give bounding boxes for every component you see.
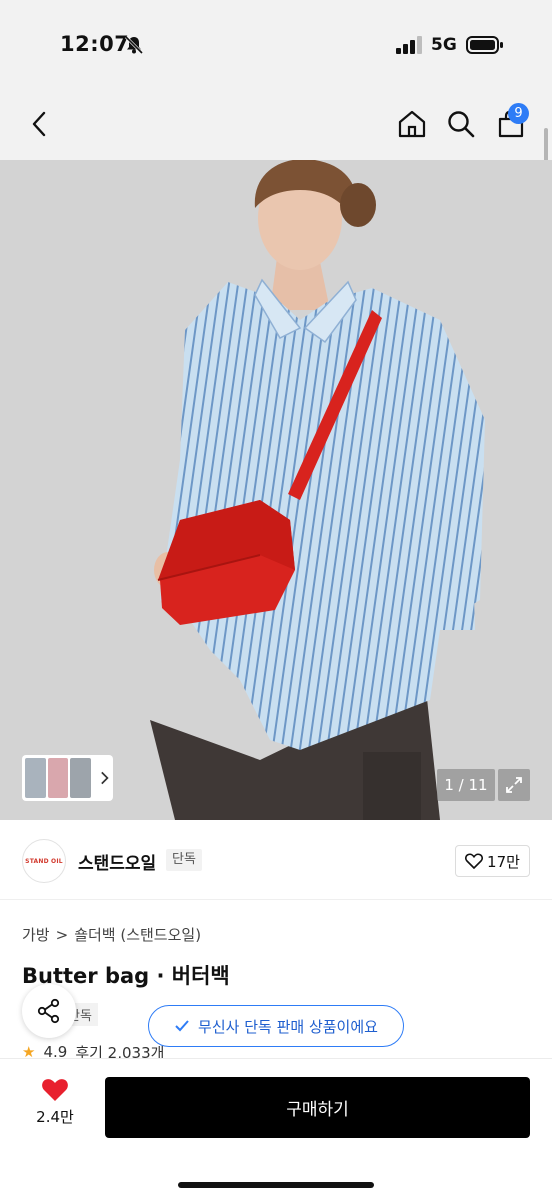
bell-off-icon [124,35,144,55]
heart-filled-icon [42,1079,68,1101]
exclusive-toast: 무신사 단독 판매 상품이에요 [148,1005,404,1047]
network-label: 5G [431,35,457,55]
share-button[interactable] [22,984,76,1038]
bottom-action-bar: 2.4만 구매하기 [0,1058,552,1200]
exclusive-toast-text: 무신사 단독 판매 상품이에요 [198,1017,378,1036]
thumbnail-strip[interactable] [22,755,113,801]
back-button[interactable] [18,102,62,146]
breadcrumb-category[interactable]: 가방 [22,924,50,945]
product-photo [0,160,552,820]
signal-icon [396,36,422,54]
search-icon [448,111,475,138]
product-image-gallery[interactable]: 1 / 11 [0,160,552,820]
home-button[interactable] [390,102,434,146]
buy-button[interactable]: 구매하기 [105,1077,530,1138]
search-button[interactable] [439,102,483,146]
brand-name[interactable]: 스탠드오일 [78,849,156,874]
check-icon [175,1020,189,1032]
expand-image-button[interactable] [498,769,530,801]
chevron-right-icon [100,771,109,785]
breadcrumb-subcategory[interactable]: 숄더백 (스탠드오일) [74,924,201,945]
brand-row[interactable]: STAND OIL 스탠드오일 단독 17만 [0,822,552,900]
brand-like-count: 17만 [487,852,520,871]
thumbnail[interactable] [70,758,91,798]
thumbnail[interactable] [47,758,69,798]
cart-count-badge: 9 [508,103,529,124]
product-like-count: 2.4만 [36,1108,74,1126]
product-like-button[interactable]: 2.4만 [22,1077,88,1141]
breadcrumb: 가방 > 숄더백 (스탠드오일) [22,924,201,945]
chevron-left-icon [32,111,46,137]
nav-bar [0,90,552,160]
heart-outline-icon [465,853,484,869]
breadcrumb-separator: > [55,925,69,944]
status-bar: 12:07 5G [0,0,552,90]
image-page-counter: 1 / 11 [437,769,495,801]
brand-logo-text: STAND OIL [25,857,63,865]
brand-like-button[interactable]: 17만 [455,845,530,877]
home-icon [398,110,426,138]
brand-exclusive-tag: 단독 [166,849,202,871]
brand-logo[interactable]: STAND OIL [22,839,66,883]
battery-icon [466,36,503,54]
share-icon [37,998,60,1024]
status-time: 12:07 [60,32,130,56]
expand-icon [506,777,522,793]
home-indicator [178,1182,374,1188]
thumbnail[interactable] [25,758,46,798]
